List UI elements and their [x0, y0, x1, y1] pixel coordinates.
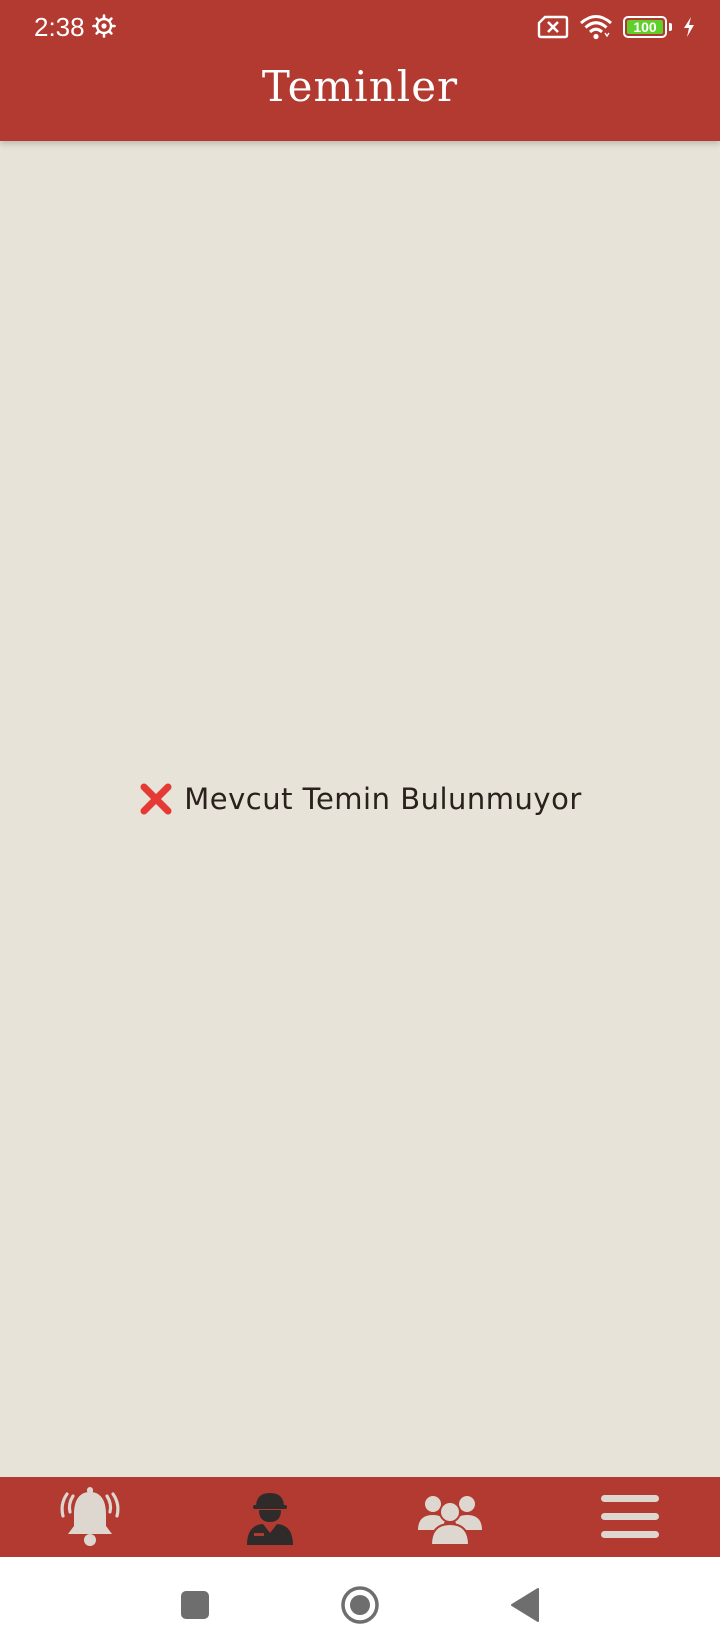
home-button[interactable] — [340, 1585, 380, 1625]
main-content: Mevcut Temin Bulunmuyor — [0, 141, 720, 1477]
recents-square-icon — [181, 1591, 209, 1619]
home-circle-icon — [341, 1586, 379, 1624]
nav-item-group[interactable] — [360, 1477, 540, 1557]
group-icon — [418, 1496, 482, 1546]
battery-level: 100 — [633, 19, 657, 35]
empty-state-message: Mevcut Temin Bulunmuyor — [184, 782, 582, 816]
back-triangle-icon — [511, 1588, 539, 1622]
nav-item-alarms[interactable] — [0, 1477, 180, 1557]
cross-mark-icon — [140, 783, 172, 815]
alarm-bell-icon — [60, 1487, 120, 1546]
soldier-icon — [247, 1493, 293, 1545]
charging-icon — [684, 17, 694, 37]
menu-icon — [601, 1495, 659, 1538]
nav-item-menu[interactable] — [540, 1477, 720, 1557]
empty-state: Mevcut Temin Bulunmuyor — [0, 781, 720, 817]
page-title: Teminler — [261, 62, 459, 111]
back-button[interactable] — [505, 1585, 545, 1625]
wifi-icon — [580, 15, 612, 40]
gear-icon — [92, 14, 116, 38]
sim-error-icon — [537, 15, 569, 39]
system-navigation-bar — [0, 1557, 720, 1650]
bottom-nav — [0, 1477, 720, 1557]
battery-icon: 100 — [623, 16, 667, 38]
status-bar: 2:38 100 — [0, 0, 720, 54]
nav-item-soldier[interactable] — [180, 1477, 360, 1557]
app-header: 2:38 100 Teminler — [0, 0, 720, 141]
status-time: 2:38 — [34, 12, 85, 42]
status-icons: 100 — [537, 12, 696, 42]
recents-button[interactable] — [175, 1585, 215, 1625]
